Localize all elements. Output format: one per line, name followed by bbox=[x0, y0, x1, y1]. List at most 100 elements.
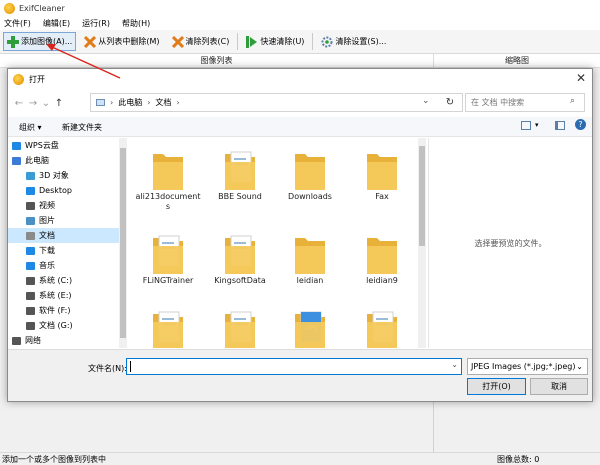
folder-item[interactable]: leidian9 bbox=[349, 228, 415, 286]
filename-input[interactable]: ⌄ bbox=[126, 358, 462, 375]
up-arrow-icon[interactable]: ↑ bbox=[52, 98, 66, 109]
recent-chevron-icon[interactable]: ⌄ bbox=[40, 98, 52, 109]
file-scrollbar[interactable] bbox=[418, 138, 426, 348]
address-dropdown-icon[interactable]: ⌄ bbox=[422, 96, 430, 106]
tree-item[interactable]: 文档 bbox=[8, 228, 119, 243]
clean-settings-button[interactable]: 清除设置(S)... bbox=[317, 32, 390, 51]
column-headers: 图像列表 缩略图 bbox=[0, 54, 600, 68]
tree-item[interactable]: 音乐 bbox=[8, 258, 119, 273]
folder-item[interactable]: Downloads bbox=[277, 144, 343, 202]
folder-label: leidian9 bbox=[366, 276, 398, 285]
clear-list-button[interactable]: 清除列表(C) bbox=[168, 32, 234, 51]
menu-run[interactable]: 运行(R) bbox=[82, 18, 110, 29]
quick-clean-icon bbox=[246, 35, 258, 48]
search-icon[interactable]: ⌕ bbox=[570, 96, 575, 106]
folder-label: Fax bbox=[375, 192, 389, 201]
tree-item-label: Desktop bbox=[39, 186, 72, 195]
search-input[interactable]: 在 文档 中搜索 bbox=[465, 93, 585, 112]
open-file-dialog: 打开 ✕ ← → ⌄ ↑ › 此电脑 › 文档 › ⌄ ↻ 在 文档 中搜索 ⌕… bbox=[7, 68, 593, 402]
new-folder-button[interactable]: 新建文件夹 bbox=[62, 122, 102, 133]
quick-clean-label: 快速清除(U) bbox=[260, 37, 305, 46]
tree-item[interactable]: Desktop bbox=[8, 183, 119, 198]
dialog-title: 打开 bbox=[29, 74, 45, 84]
music-icon bbox=[26, 261, 35, 270]
folder-icon bbox=[365, 304, 399, 348]
clean-settings-label: 清除设置(S)... bbox=[335, 37, 387, 46]
pc-icon bbox=[96, 99, 105, 106]
folder-item[interactable]: APK bbox=[277, 304, 343, 348]
toolbar-separator bbox=[312, 33, 314, 50]
folder-item[interactable] bbox=[135, 304, 201, 348]
folder-item[interactable]: leidian bbox=[277, 228, 343, 286]
folder-item[interactable] bbox=[207, 304, 273, 348]
tree-item[interactable]: 系统 (E:) bbox=[8, 288, 119, 303]
clear-list-label: 清除列表(C) bbox=[185, 37, 230, 46]
folder-item[interactable]: FLiNGTrainer bbox=[135, 228, 201, 286]
tree-item[interactable]: 此电脑 bbox=[8, 153, 119, 168]
file-type-select[interactable]: JPEG Images (*.jpg;*.jpeg) ⌄ bbox=[467, 358, 588, 375]
cancel-button[interactable]: 取消 bbox=[530, 378, 588, 395]
forward-arrow-icon[interactable]: → bbox=[26, 98, 40, 109]
address-bar[interactable]: › 此电脑 › 文档 › bbox=[90, 93, 463, 112]
help-icon[interactable]: ? bbox=[575, 119, 586, 130]
tree-item[interactable]: 网络 bbox=[8, 333, 119, 348]
tree-item[interactable]: 图片 bbox=[8, 213, 119, 228]
folder-item[interactable]: Fax bbox=[349, 144, 415, 202]
tree-item[interactable]: 系统 (C:) bbox=[8, 273, 119, 288]
folder-item[interactable]: BBE Sound bbox=[207, 144, 273, 202]
status-bar: 添加一个或多个图像到列表中 图像总数: 0 bbox=[0, 452, 600, 464]
thumbnail-header[interactable]: 缩略图 bbox=[434, 54, 600, 68]
view-dropdown-icon[interactable]: ▾ bbox=[535, 121, 539, 129]
view-mode-icon[interactable] bbox=[521, 121, 531, 130]
menu-edit[interactable]: 编辑(E) bbox=[43, 18, 70, 29]
add-images-button[interactable]: 添加图像(A)... bbox=[3, 32, 77, 51]
tree-item-label: 3D 对象 bbox=[39, 171, 69, 180]
menu-help[interactable]: 帮助(H) bbox=[122, 18, 150, 29]
folder-item[interactable]: KingsoftData bbox=[207, 228, 273, 286]
folder-icon bbox=[223, 228, 257, 274]
breadcrumb-sep-icon: › bbox=[176, 98, 180, 107]
computer-icon bbox=[12, 156, 21, 165]
tree-item[interactable]: 下载 bbox=[8, 243, 119, 258]
cube-icon bbox=[26, 171, 35, 180]
toolbar: 添加图像(A)... 从列表中删除(M) 清除列表(C) 快速清除(U) 清除设… bbox=[0, 30, 600, 54]
tree-scrollbar-thumb[interactable] bbox=[120, 148, 126, 338]
folder-item[interactable] bbox=[349, 304, 415, 348]
tree-item-label: WPS云盘 bbox=[25, 141, 59, 150]
folder-icon bbox=[293, 144, 327, 190]
tree-item[interactable]: 软件 (F:) bbox=[8, 303, 119, 318]
quick-clean-button[interactable]: 快速清除(U) bbox=[242, 32, 308, 51]
folder-label: ali213documents bbox=[135, 192, 201, 211]
preview-pane-icon[interactable] bbox=[555, 121, 565, 130]
image-list-header[interactable]: 图像列表 bbox=[0, 54, 433, 68]
back-arrow-icon[interactable]: ← bbox=[12, 98, 26, 109]
folder-label: Downloads bbox=[288, 192, 332, 201]
tree-item[interactable]: WPS云盘 bbox=[8, 138, 119, 153]
image-count: 图像总数: 0 bbox=[497, 455, 540, 464]
organize-label: 组织 bbox=[19, 123, 35, 132]
tree-item[interactable]: 文档 (G:) bbox=[8, 318, 119, 333]
download-icon bbox=[26, 246, 35, 255]
remove-from-list-button[interactable]: 从列表中删除(M) bbox=[80, 32, 163, 51]
breadcrumb-this-pc[interactable]: 此电脑 bbox=[118, 97, 142, 108]
open-button[interactable]: 打开(O) bbox=[467, 378, 526, 395]
folder-icon bbox=[223, 144, 257, 190]
close-icon[interactable]: ✕ bbox=[576, 71, 586, 85]
menu-file[interactable]: 文件(F) bbox=[4, 18, 31, 29]
tree-item-label: 图片 bbox=[39, 216, 55, 225]
breadcrumb-documents[interactable]: 文档 bbox=[155, 97, 171, 108]
dialog-app-icon bbox=[13, 73, 24, 85]
organize-button[interactable]: 组织 ▾ bbox=[19, 122, 42, 133]
desktop-icon bbox=[26, 186, 35, 195]
add-images-label: 添加图像(A)... bbox=[21, 37, 73, 46]
filename-label: 文件名(N): bbox=[88, 364, 127, 373]
tree-item[interactable]: 视频 bbox=[8, 198, 119, 213]
tree-item[interactable]: 3D 对象 bbox=[8, 168, 119, 183]
file-scrollbar-thumb[interactable] bbox=[419, 146, 425, 246]
refresh-icon[interactable]: ↻ bbox=[438, 93, 463, 112]
tree-scrollbar[interactable] bbox=[119, 138, 127, 348]
folder-item[interactable]: ali213documents bbox=[135, 144, 201, 212]
filename-dropdown-icon[interactable]: ⌄ bbox=[451, 360, 458, 369]
tree-item-label: 系统 (E:) bbox=[39, 291, 72, 300]
remove-x-icon bbox=[84, 35, 97, 48]
